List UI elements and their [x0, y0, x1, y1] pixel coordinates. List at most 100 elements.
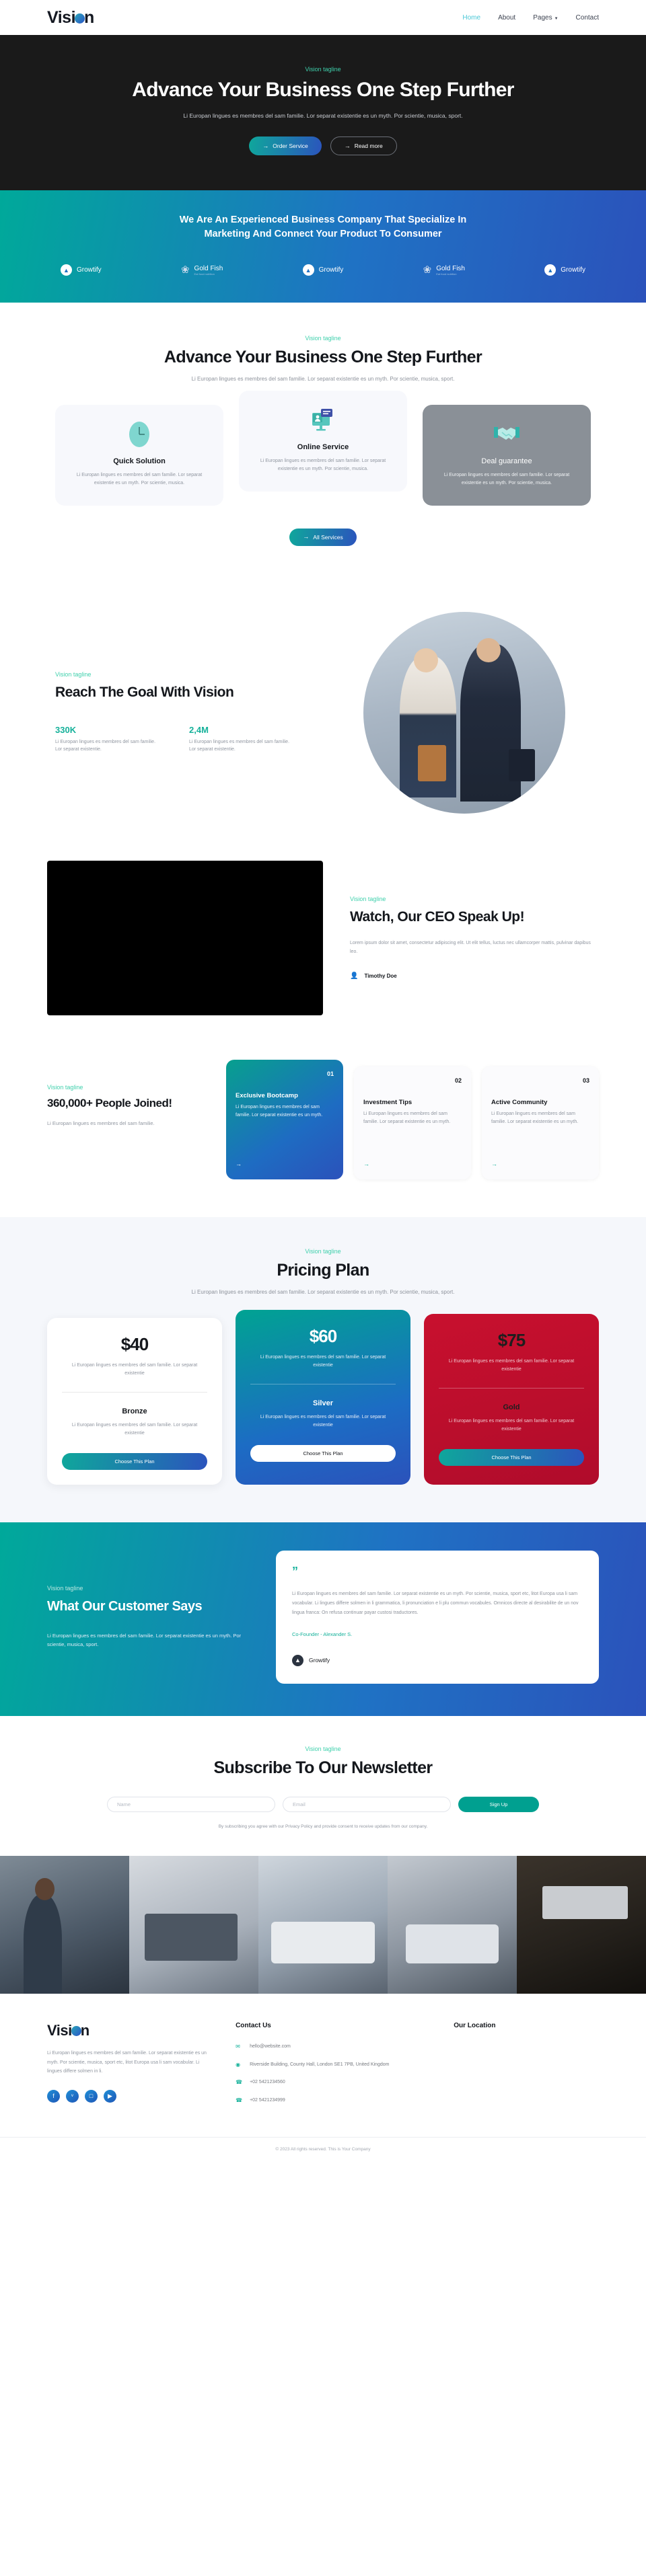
growtify-icon: ▲	[544, 264, 557, 276]
online-service-icon	[252, 405, 394, 435]
ceo-author-name: Timothy Doe	[364, 973, 397, 980]
pricing-card-gold[interactable]: $75 Li Europan lingues es membres del sa…	[424, 1313, 599, 1485]
copyright-text: © 2023 All rights reserved. This is Your…	[0, 2137, 646, 2162]
testimonial-card: ” Li Europan lingues es membres del sam …	[276, 1550, 599, 1684]
brand-logo-growtify[interactable]: ▲ Growtify	[61, 264, 102, 276]
stat-item: 330K Li Europan lingues es membres del s…	[55, 725, 159, 754]
pricing-card-silver[interactable]: $60 Li Europan lingues es membres del sa…	[236, 1309, 410, 1485]
newsletter-email-input[interactable]	[283, 1796, 451, 1812]
newsletter-tagline: Vision tagline	[305, 1745, 341, 1752]
brand-sublabel: Eat food nutrition	[194, 272, 215, 276]
growtify-icon: ▲	[61, 264, 72, 276]
ceo-author: 👤 Timothy Doe	[350, 972, 599, 980]
footer-location-column: Our Location	[454, 2022, 599, 2114]
testimonial-tagline: Vision tagline	[47, 1584, 83, 1592]
brand-sublabel: Eat food nutrition	[436, 272, 457, 276]
handshake-icon	[436, 420, 577, 449]
pricing-price: $40	[120, 1333, 149, 1354]
contact-text: hello@website.com	[250, 2043, 291, 2049]
pricing-card-bronze[interactable]: $40 Li Europan lingues es membres del sa…	[47, 1317, 222, 1485]
testimonial-section: Vision tagline What Our Customer Says Li…	[0, 1522, 646, 1716]
mail-icon: ✉	[236, 2043, 240, 2050]
order-service-button[interactable]: → Order Service	[249, 136, 322, 155]
services-section: Vision tagline Advance Your Business One…	[0, 303, 646, 578]
newsletter-signup-button[interactable]: Sign Up	[458, 1796, 539, 1812]
contact-row-phone-2[interactable]: ☎ +02 5421234999	[236, 2097, 433, 2105]
joined-text-column: Vision tagline 360,000+ People Joined! L…	[47, 1066, 214, 1128]
joined-card-number: 01	[326, 1070, 334, 1077]
arrow-right-icon: →	[262, 142, 269, 149]
logo-text-last: n	[80, 2021, 89, 2039]
joined-card-text: Li Europan lingues es membres del sam fa…	[236, 1104, 323, 1118]
joined-title: 360,000+ People Joined!	[47, 1096, 172, 1109]
nav-item-pages[interactable]: Pages ▼	[533, 14, 558, 22]
brand-label: Growtify	[318, 266, 344, 274]
arrow-right-icon[interactable]: →	[491, 1161, 589, 1167]
read-more-button[interactable]: → Read more	[330, 136, 397, 155]
navbar: Visi n Home About Pages ▼ Contact	[0, 0, 646, 35]
service-card-online-service[interactable]: Online Service Li Europan lingues es mem…	[239, 391, 407, 492]
joined-card-exclusive-bootcamp[interactable]: 01 Exclusive Bootcamp Li Europan lingues…	[226, 1059, 343, 1179]
arrow-right-icon[interactable]: →	[236, 1161, 334, 1167]
contact-row-email[interactable]: ✉ hello@website.com	[236, 2043, 433, 2052]
contact-row-phone-1[interactable]: ☎ +02 5421234560	[236, 2078, 433, 2087]
all-services-row: → All Services	[0, 528, 646, 546]
facebook-icon[interactable]: f	[47, 2089, 60, 2103]
services-subtitle: Li Europan lingues es membres del sam fa…	[191, 376, 455, 383]
testimonial-subtitle: Li Europan lingues es membres del sam fa…	[47, 1632, 242, 1648]
pricing-price: $75	[497, 1329, 526, 1350]
photo-desk-laptop	[129, 1855, 258, 1994]
brand-logo-goldfish[interactable]: ❀ Gold Fish Eat food nutrition	[181, 265, 223, 276]
growtify-icon: ▲	[292, 1654, 303, 1666]
joined-card-investment-tips[interactable]: 02 Investment Tips Li Europan lingues es…	[354, 1066, 471, 1179]
testimonial-role: Co-Founder - Alexander S.	[292, 1631, 583, 1637]
nav-item-about[interactable]: About	[498, 14, 515, 22]
location-icon: ◉	[236, 2061, 241, 2068]
service-card-quick-solution[interactable]: Quick Solution Li Europan lingues es mem…	[55, 405, 223, 506]
footer-logo[interactable]: Visi n	[47, 2022, 215, 2039]
pricing-tier-desc: Li Europan lingues es membres del sam fa…	[71, 1422, 198, 1436]
pricing-tier: Gold	[503, 1403, 520, 1411]
joined-card-active-community[interactable]: 03 Active Community Li Europan lingues e…	[482, 1066, 599, 1179]
services-header: Vision tagline Advance Your Business One…	[0, 335, 646, 382]
divider	[439, 1387, 584, 1389]
quote-icon: ”	[292, 1564, 298, 1578]
service-card-title: Quick Solution	[113, 457, 166, 466]
photo-meeting-table	[258, 1855, 388, 1994]
site-logo[interactable]: Visi n	[47, 8, 94, 28]
ceo-video-player[interactable]	[47, 860, 323, 1015]
nav-item-contact[interactable]: Contact	[576, 14, 599, 22]
photo-businessman	[0, 1855, 129, 1994]
contact-text: +02 5421234560	[250, 2080, 285, 2085]
brand-logo-growtify[interactable]: ▲ Growtify	[544, 264, 585, 276]
joined-cards: 01 Exclusive Bootcamp Li Europan lingues…	[226, 1059, 599, 1179]
joined-card-title: Investment Tips	[363, 1098, 412, 1106]
instagram-icon[interactable]: □	[85, 2089, 98, 2103]
all-services-button[interactable]: → All Services	[289, 528, 357, 546]
service-card-title: Deal guarantee	[481, 457, 532, 466]
pricing-tier-desc: Li Europan lingues es membres del sam fa…	[260, 1414, 386, 1428]
twitter-icon[interactable]: ᵛ	[66, 2089, 79, 2103]
brand-label: Gold Fish	[194, 264, 223, 272]
testimonial-company-name: Growtify	[309, 1657, 330, 1664]
newsletter-name-input[interactable]	[107, 1796, 275, 1812]
arrow-right-icon[interactable]: →	[363, 1161, 462, 1167]
person-icon: 👤	[350, 972, 359, 980]
choose-plan-button-bronze[interactable]: Choose This Plan	[62, 1452, 207, 1470]
choose-plan-button-gold[interactable]: Choose This Plan	[439, 1448, 584, 1466]
arrow-right-icon: →	[344, 142, 351, 149]
brand-logo-goldfish[interactable]: ❀ Gold Fish Eat food nutrition	[423, 265, 465, 276]
service-card-deal-guarantee[interactable]: Deal guarantee Li Europan lingues es mem…	[423, 405, 591, 506]
choose-plan-button-silver[interactable]: Choose This Plan	[250, 1444, 396, 1462]
brand-logo-growtify[interactable]: ▲ Growtify	[302, 264, 344, 276]
divider	[62, 1391, 207, 1393]
service-card-title: Online Service	[297, 443, 349, 452]
nav-item-home[interactable]: Home	[462, 14, 480, 22]
joined-section: Vision tagline 360,000+ People Joined! L…	[47, 1050, 599, 1217]
photo-team-discussion	[388, 1855, 517, 1994]
youtube-icon[interactable]: ▶	[104, 2089, 116, 2103]
goldfish-icon: ❀	[180, 264, 190, 276]
brand-label: Gold Fish	[436, 264, 465, 272]
pricing-header: Vision tagline Pricing Plan Li Europan l…	[0, 1248, 646, 1295]
pricing-desc: Li Europan lingues es membres del sam fa…	[260, 1354, 386, 1368]
